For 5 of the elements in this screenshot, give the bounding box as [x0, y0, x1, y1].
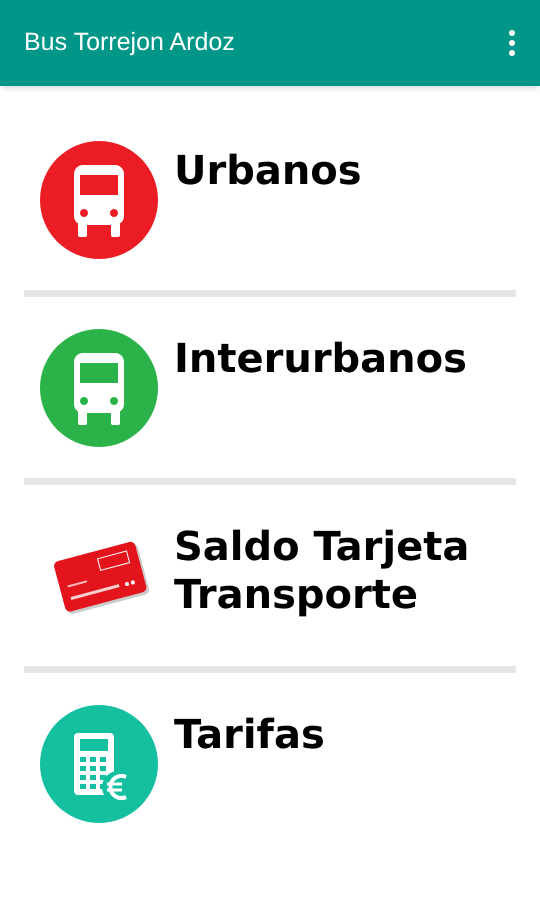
menu-item[interactable]: Saldo Tarjeta Transporte	[24, 462, 516, 651]
menu-item[interactable]: Interurbanos	[24, 274, 516, 463]
menu-item[interactable]: Tarifas	[24, 650, 516, 839]
app-title: Bus Torrejon Ardoz	[24, 27, 235, 58]
menu-item[interactable]: Urbanos	[24, 86, 516, 275]
